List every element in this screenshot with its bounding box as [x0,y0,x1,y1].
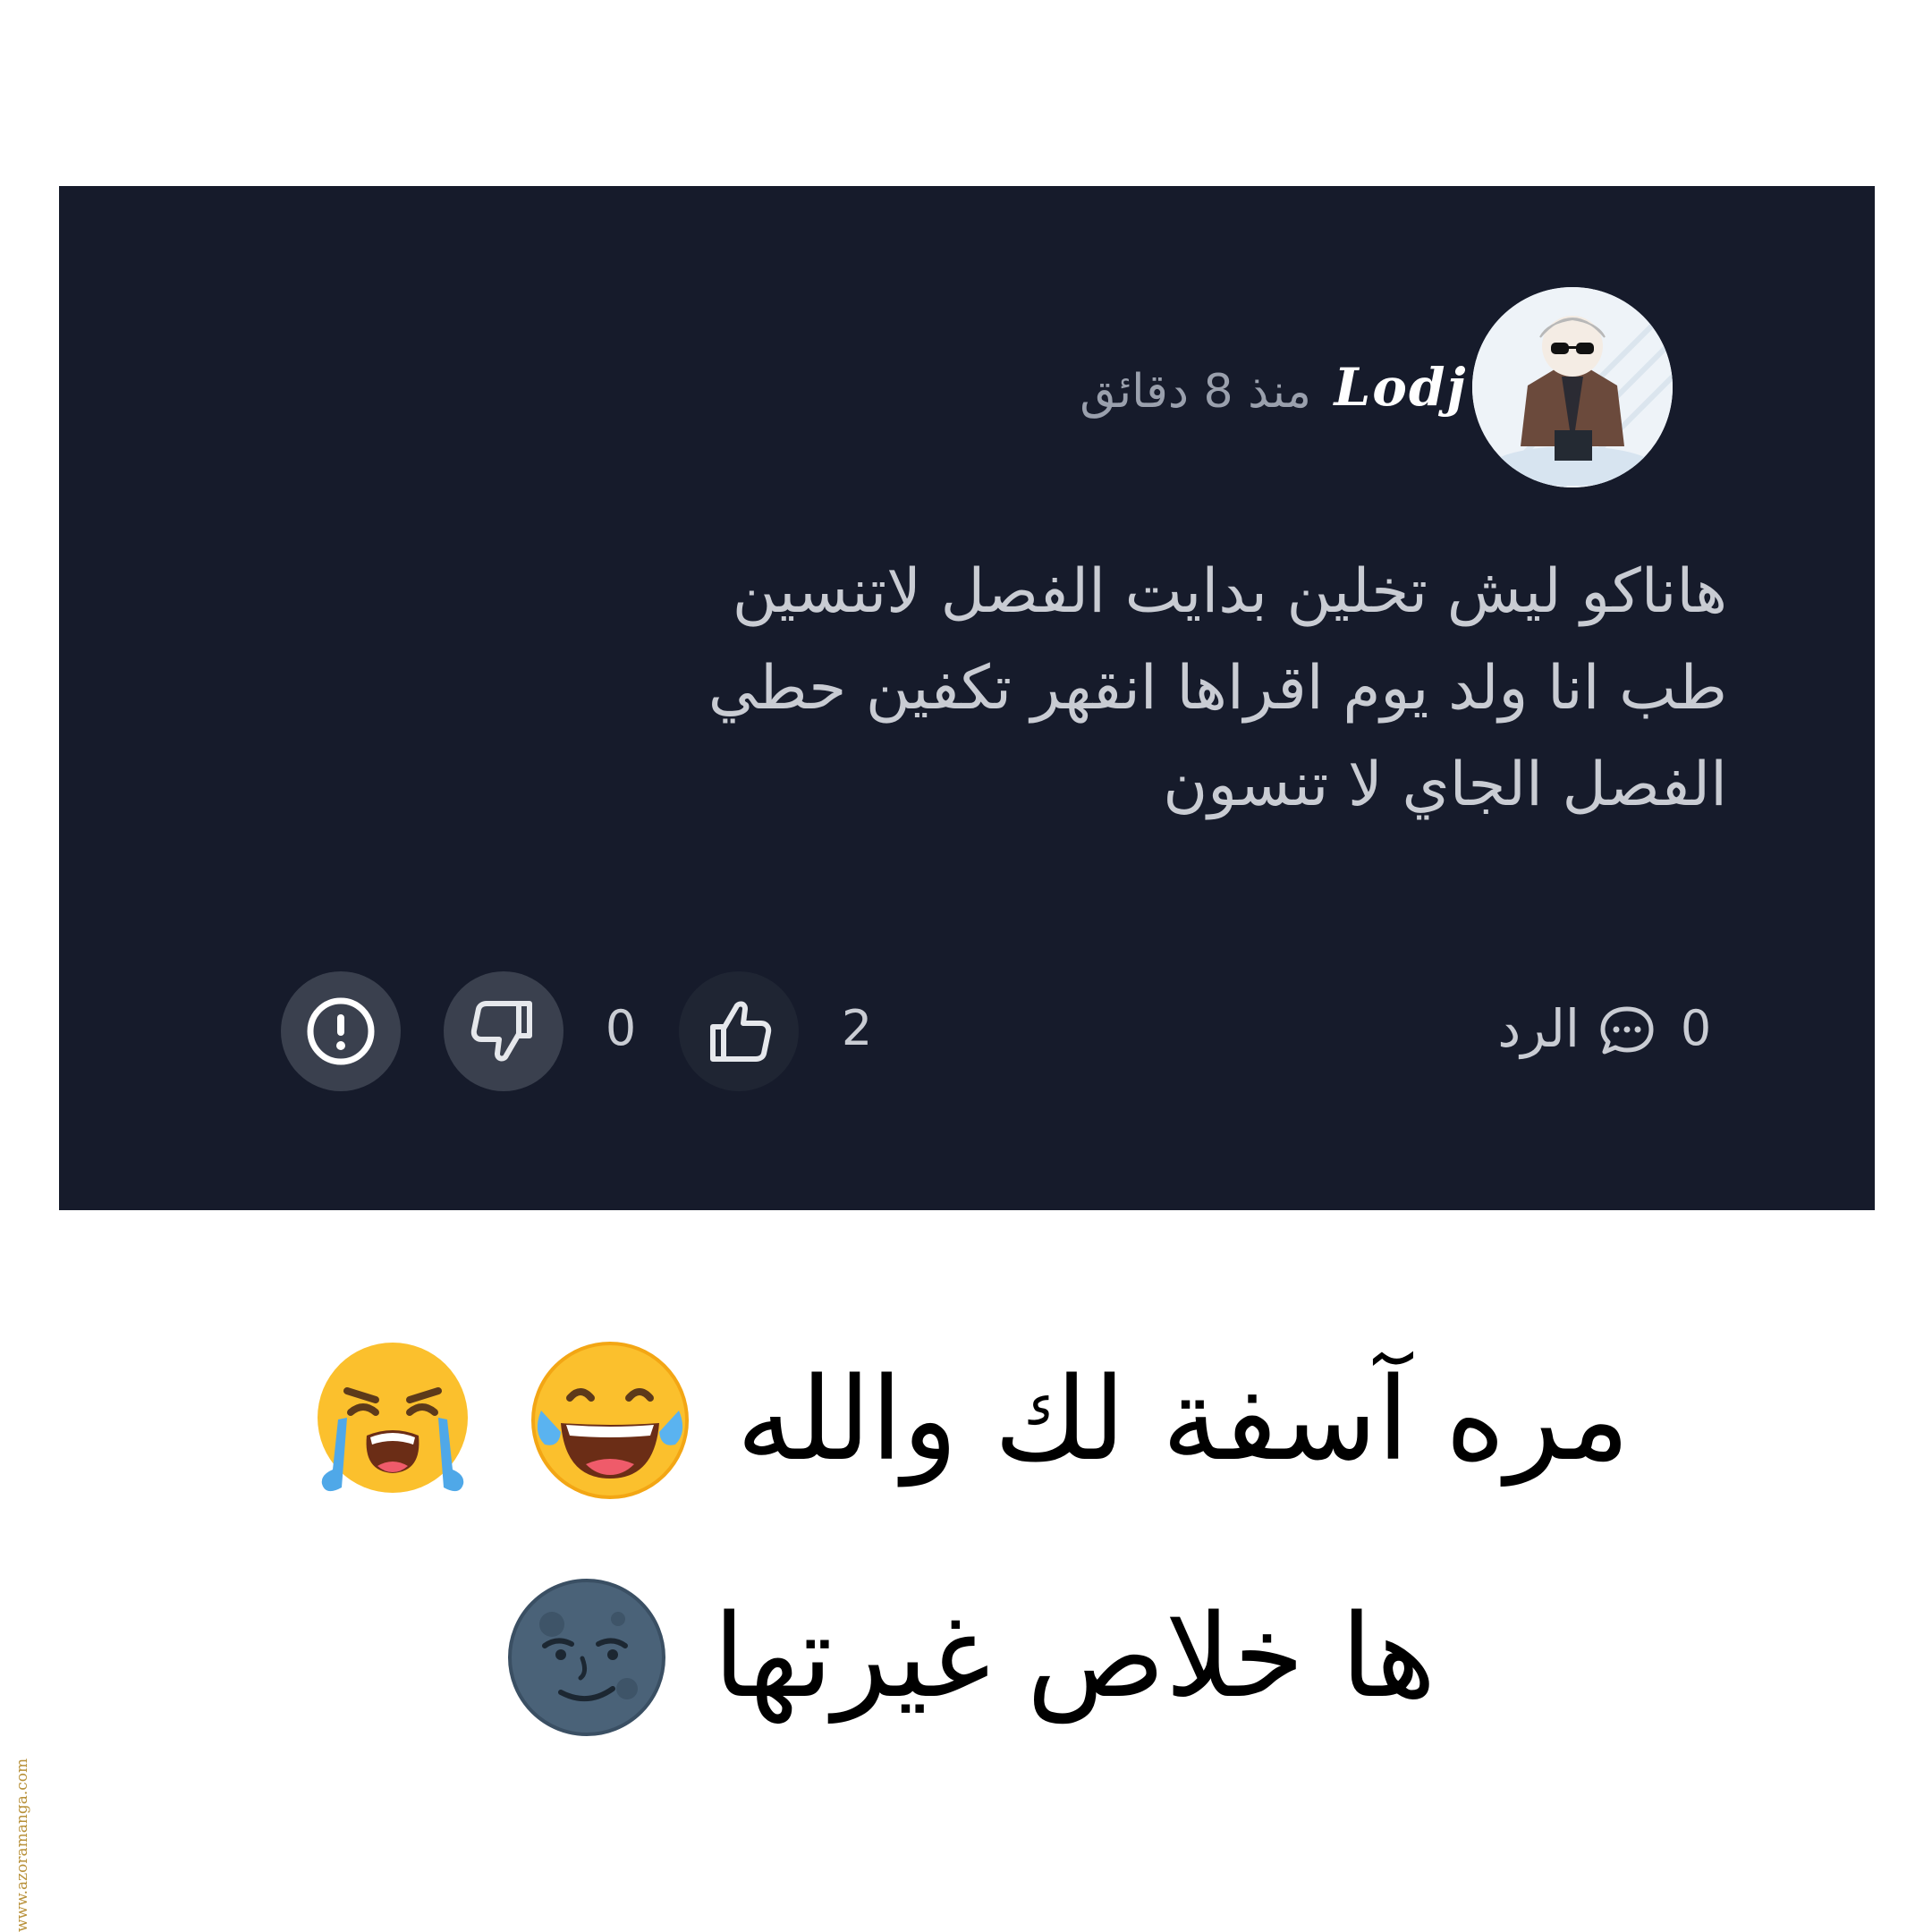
reply-count: 0 [1680,1000,1712,1056]
laughing-tears-emoji [525,1335,695,1505]
report-button[interactable] [281,971,401,1091]
thumbs-down-icon [470,1001,532,1062]
comment-timestamp: منذ 8 دقائق [1080,365,1311,419]
dislike-count: 0 [605,1000,637,1056]
new-moon-face-emoji [502,1572,672,1742]
comment-body-line: الفصل الجاي لا تنسون [1163,750,1727,820]
comment-body-line: طب انا ولد يوم اقراها انقهر تكفين حطي [708,653,1727,724]
username[interactable]: Lodj [1293,347,1508,428]
like-count: 2 [841,1000,873,1056]
page: Lodj منذ 8 دقائق هاناكو ليش تخلين بدايت … [0,0,1932,1932]
dislike-button[interactable] [444,971,564,1091]
reply-button[interactable]: 0 الرد [1383,984,1723,1073]
exclamation-circle-icon [307,997,375,1065]
watermark: www.azoramanga.com [2,1708,38,1932]
comment-body-line: هاناكو ليش تخلين بدايت الفصل لاتنسين [732,556,1727,627]
comment-body: هاناكو ليش تخلين بدايت الفصل لاتنسين طب … [354,544,1727,839]
loudly-crying-emoji [308,1335,478,1505]
comment-card: Lodj منذ 8 دقائق هاناكو ليش تخلين بدايت … [59,186,1875,1210]
caption-text-2: ها خلاص غيرتها [713,1589,1436,1724]
reply-label: الرد [1497,998,1580,1059]
caption-line-1: مره آسفة لك والله [197,1324,1735,1503]
caption-text-1: مره آسفة لك والله [736,1352,1631,1487]
thumbs-up-icon [710,1001,772,1062]
watermark-text: www.azoramanga.com [13,1758,31,1932]
like-button[interactable] [679,971,799,1091]
comment-bubble-icon [1596,1000,1658,1063]
caption-line-2: ها خلاص غيرتها [197,1561,1735,1740]
